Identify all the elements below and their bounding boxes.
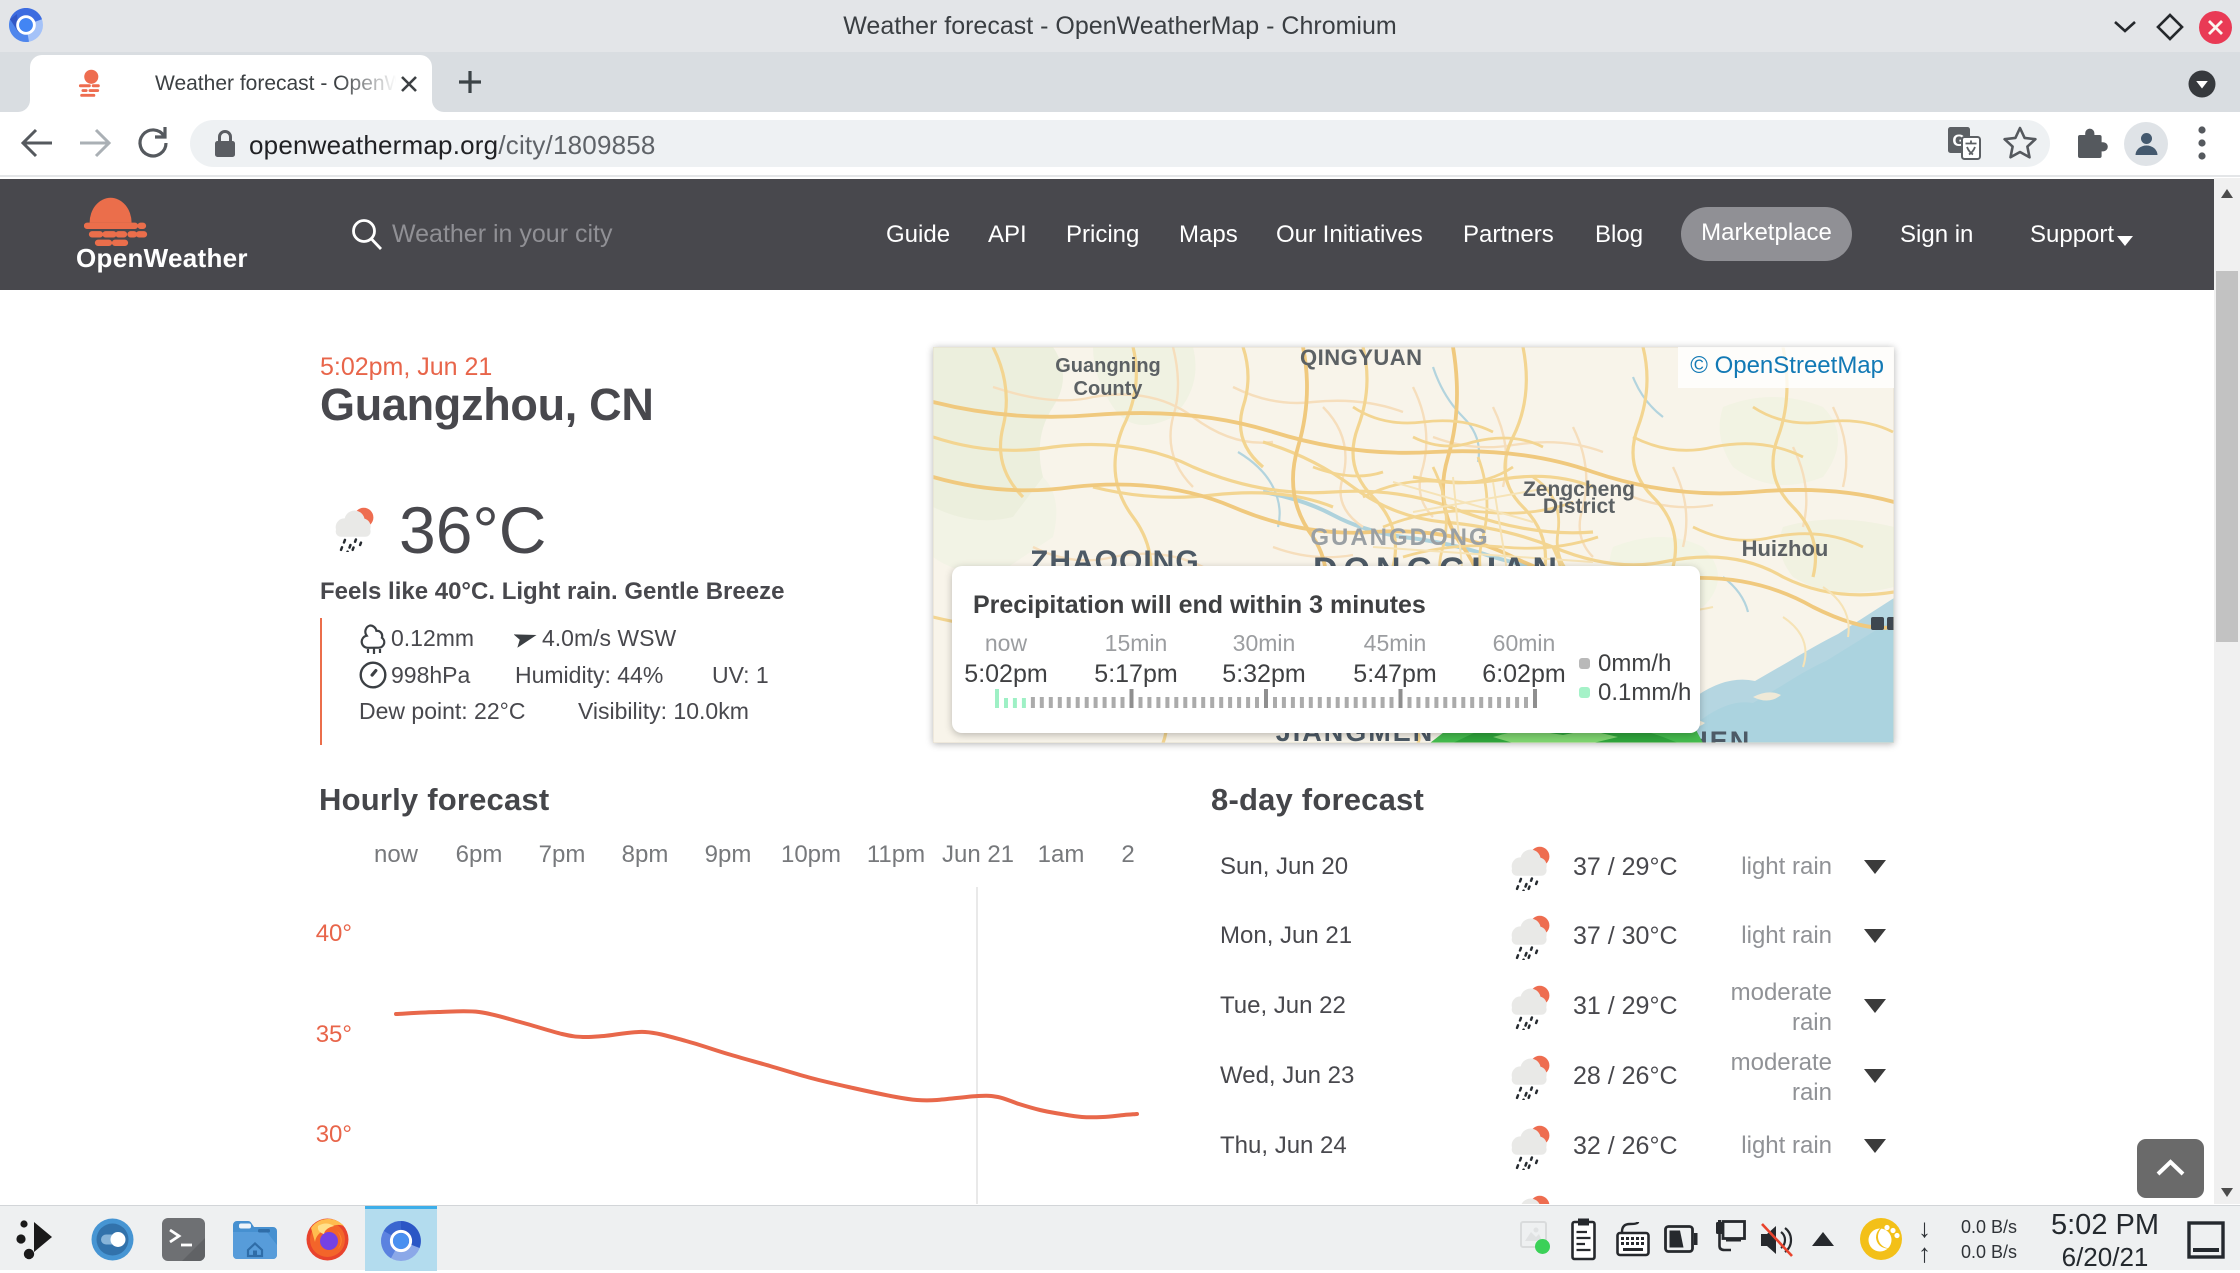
svg-text:QINGYUAN: QINGYUAN — [1300, 347, 1423, 370]
svg-text:District: District — [1543, 495, 1615, 518]
svg-text:GUANGDONG: GUANGDONG — [1310, 524, 1489, 551]
svg-text:Guangning: Guangning — [1055, 355, 1161, 377]
svg-text:Huizhou: Huizhou — [1742, 536, 1829, 561]
svg-text:County: County — [1074, 378, 1144, 400]
